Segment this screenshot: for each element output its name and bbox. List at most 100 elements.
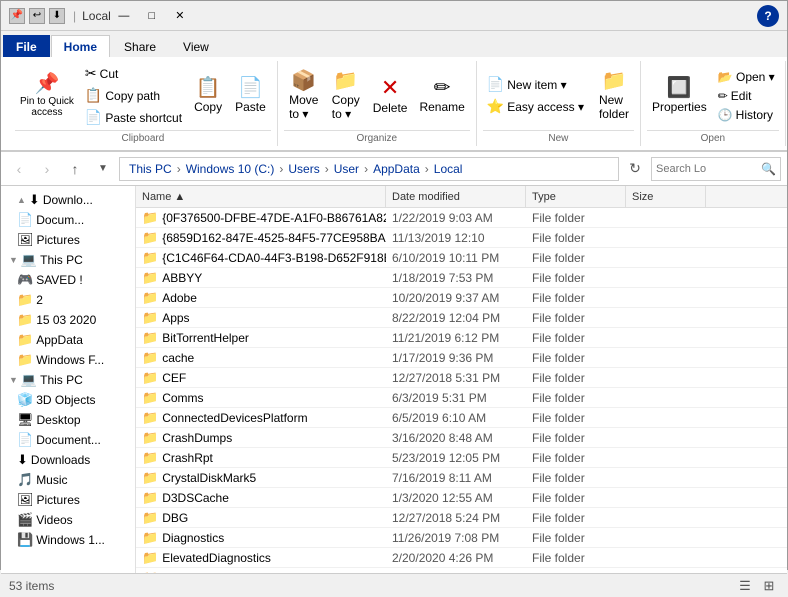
table-row[interactable]: 📁 ElevatedDiagnostics 2/20/2020 4:26 PM … bbox=[136, 548, 787, 568]
undo-icon[interactable]: ↩ bbox=[29, 8, 45, 24]
col-header-size[interactable]: Size bbox=[626, 186, 706, 207]
paste-shortcut-button[interactable]: 📄 Paste shortcut bbox=[81, 107, 186, 128]
copy-path-button[interactable]: 📋 Copy path bbox=[81, 85, 186, 106]
search-box[interactable]: 🔍 bbox=[651, 157, 781, 181]
new-group-items: 📄 New item ▾ ⭐ Easy access ▾ 📁 Newfolder bbox=[483, 63, 634, 128]
properties-button[interactable]: 🔲 Properties bbox=[647, 75, 712, 117]
path-this-pc[interactable]: This PC bbox=[126, 161, 175, 177]
tab-share[interactable]: Share bbox=[111, 35, 169, 57]
table-row[interactable]: 📁 BitTorrentHelper 11/21/2019 6:12 PM Fi… bbox=[136, 328, 787, 348]
path-appdata[interactable]: AppData bbox=[370, 161, 423, 177]
sidebar-item-saved[interactable]: 🎮 SAVED ! bbox=[1, 270, 135, 290]
path-windows[interactable]: Windows 10 (C:) bbox=[183, 161, 278, 177]
details-view-button[interactable]: ☰ bbox=[735, 577, 755, 595]
quick-access-icon[interactable]: 📌 bbox=[9, 8, 25, 24]
sidebar-item-desktop[interactable]: 🖥 Desktop bbox=[1, 410, 135, 430]
sidebar-item-videos[interactable]: 🎬 Videos bbox=[1, 510, 135, 530]
maximize-button[interactable]: □ bbox=[139, 7, 165, 25]
sidebar-item-documents[interactable]: 📄 Docum... bbox=[1, 210, 135, 230]
sidebar-item-3d-objects[interactable]: 🧊 3D Objects bbox=[1, 390, 135, 410]
new-folder-button[interactable]: 📁 Newfolder bbox=[594, 68, 634, 124]
clipboard-group-items: 📌 Pin to Quickaccess ✂ Cut 📋 Copy path 📄… bbox=[15, 63, 271, 128]
move-to-button[interactable]: 📦 Moveto ▾ bbox=[284, 68, 324, 124]
path-user[interactable]: User bbox=[331, 161, 362, 177]
table-row[interactable]: 📁 {6859D162-847E-4525-84F5-77CE958BAC 11… bbox=[136, 228, 787, 248]
history-icon: 🕒 bbox=[718, 108, 733, 122]
table-row[interactable]: 📁 Apps 8/22/2019 12:04 PM File folder bbox=[136, 308, 787, 328]
table-row[interactable]: 📁 CEF 12/27/2018 5:31 PM File folder bbox=[136, 368, 787, 388]
new-group: 📄 New item ▾ ⭐ Easy access ▾ 📁 Newfolder… bbox=[477, 61, 641, 146]
close-button[interactable]: ✕ bbox=[167, 7, 193, 25]
sidebar-item-downloads[interactable]: ▲ ⬇ Downlo... bbox=[1, 190, 135, 210]
tab-view[interactable]: View bbox=[170, 35, 222, 57]
table-row[interactable]: 📁 CrashDumps 3/16/2020 8:48 AM File fold… bbox=[136, 428, 787, 448]
up-button[interactable]: ↑ bbox=[63, 157, 87, 181]
file-type: File folder bbox=[526, 371, 626, 385]
copy-to-button[interactable]: 📁 Copyto ▾ bbox=[326, 68, 366, 124]
help-button[interactable]: ? bbox=[757, 5, 779, 27]
table-row[interactable]: 📁 ESET 12/29/2018 6:11 PM File folder bbox=[136, 568, 787, 573]
expand-icon: ▲ bbox=[17, 195, 26, 205]
sidebar-item-downloads2[interactable]: ⬇ Downloads bbox=[1, 450, 135, 470]
paste-button[interactable]: 📄 Paste bbox=[230, 75, 271, 117]
sidebar-item-appdata[interactable]: 📁 AppData bbox=[1, 330, 135, 350]
windows-f-icon: 📁 bbox=[17, 352, 33, 368]
back-button[interactable]: ‹ bbox=[7, 157, 31, 181]
forward-button[interactable]: › bbox=[35, 157, 59, 181]
recent-locations-button[interactable]: ▼ bbox=[91, 157, 115, 181]
sidebar-item-2[interactable]: 📁 2 bbox=[1, 290, 135, 310]
cut-button[interactable]: ✂ Cut bbox=[81, 63, 186, 84]
rename-button[interactable]: ✏ Rename bbox=[414, 75, 469, 117]
sidebar-item-documents2[interactable]: 📄 Document... bbox=[1, 430, 135, 450]
pin-quick-access-button[interactable]: 📌 Pin to Quickaccess bbox=[15, 71, 79, 121]
new-item-button[interactable]: 📄 New item ▾ bbox=[483, 74, 588, 95]
sidebar-item-pictures[interactable]: 🖼 Pictures bbox=[1, 230, 135, 250]
path-local[interactable]: Local bbox=[431, 161, 466, 177]
table-row[interactable]: 📁 {C1C46F64-CDA0-44F3-B198-D652F918E4 6/… bbox=[136, 248, 787, 268]
sidebar-item-this-pc-2[interactable]: ▼ 💻 This PC bbox=[1, 370, 135, 390]
table-row[interactable]: 📁 cache 1/17/2019 9:36 PM File folder bbox=[136, 348, 787, 368]
minimize-button[interactable]: — bbox=[111, 7, 137, 25]
file-name: ABBYY bbox=[162, 271, 202, 285]
open-button[interactable]: 📂 Open ▾ bbox=[714, 68, 779, 86]
folder-icon: 📁 bbox=[142, 410, 158, 426]
table-row[interactable]: 📁 DBG 12/27/2018 5:24 PM File folder bbox=[136, 508, 787, 528]
copy-button[interactable]: 📋 Copy bbox=[188, 75, 228, 117]
table-row[interactable]: 📁 CrashRpt 5/23/2019 12:05 PM File folde… bbox=[136, 448, 787, 468]
easy-access-button[interactable]: ⭐ Easy access ▾ bbox=[483, 96, 588, 117]
col-header-type[interactable]: Type bbox=[526, 186, 626, 207]
col-header-name[interactable]: Name ▲ bbox=[136, 186, 386, 207]
file-type: File folder bbox=[526, 451, 626, 465]
tab-home[interactable]: Home bbox=[51, 35, 110, 57]
edit-button[interactable]: ✏ Edit bbox=[714, 87, 779, 105]
file-type: File folder bbox=[526, 331, 626, 345]
cut-icon: ✂ bbox=[85, 65, 97, 82]
delete-button[interactable]: ✕ Delete bbox=[368, 74, 413, 118]
col-header-date[interactable]: Date modified bbox=[386, 186, 526, 207]
history-button[interactable]: 🕒 History bbox=[714, 106, 779, 124]
sidebar-item-15032020[interactable]: 📁 15 03 2020 bbox=[1, 310, 135, 330]
file-date: 12/27/2018 5:24 PM bbox=[386, 511, 526, 525]
file-rows: 📁 {0F376500-DFBE-47DE-A1F0-B86761A82B 1/… bbox=[136, 208, 787, 573]
large-icons-view-button[interactable]: ⊞ bbox=[759, 577, 779, 595]
path-users[interactable]: Users bbox=[285, 161, 322, 177]
table-row[interactable]: 📁 D3DSCache 1/3/2020 12:55 AM File folde… bbox=[136, 488, 787, 508]
search-input[interactable] bbox=[656, 163, 759, 175]
table-row[interactable]: 📁 Diagnostics 11/26/2019 7:08 PM File fo… bbox=[136, 528, 787, 548]
refresh-button[interactable]: ↻ bbox=[623, 157, 647, 181]
table-row[interactable]: 📁 ABBYY 1/18/2019 7:53 PM File folder bbox=[136, 268, 787, 288]
table-row[interactable]: 📁 {0F376500-DFBE-47DE-A1F0-B86761A82B 1/… bbox=[136, 208, 787, 228]
address-path[interactable]: This PC › Windows 10 (C:) › Users › User… bbox=[119, 157, 619, 181]
sidebar-item-music[interactable]: 🎵 Music bbox=[1, 470, 135, 490]
sidebar-item-pictures2[interactable]: 🖼 Pictures bbox=[1, 490, 135, 510]
sidebar-item-windows-drive[interactable]: 💾 Windows 1... bbox=[1, 530, 135, 550]
sidebar-item-windows-f[interactable]: 📁 Windows F... bbox=[1, 350, 135, 370]
table-row[interactable]: 📁 ConnectedDevicesPlatform 6/5/2019 6:10… bbox=[136, 408, 787, 428]
sidebar-item-this-pc[interactable]: ▼ 💻 This PC bbox=[1, 250, 135, 270]
search-icon: 🔍 bbox=[761, 162, 776, 176]
table-row[interactable]: 📁 CrystalDiskMark5 7/16/2019 8:11 AM Fil… bbox=[136, 468, 787, 488]
tab-file[interactable]: File bbox=[3, 35, 50, 57]
table-row[interactable]: 📁 Adobe 10/20/2019 9:37 AM File folder bbox=[136, 288, 787, 308]
down-icon[interactable]: ⬇ bbox=[49, 8, 65, 24]
table-row[interactable]: 📁 Comms 6/3/2019 5:31 PM File folder bbox=[136, 388, 787, 408]
